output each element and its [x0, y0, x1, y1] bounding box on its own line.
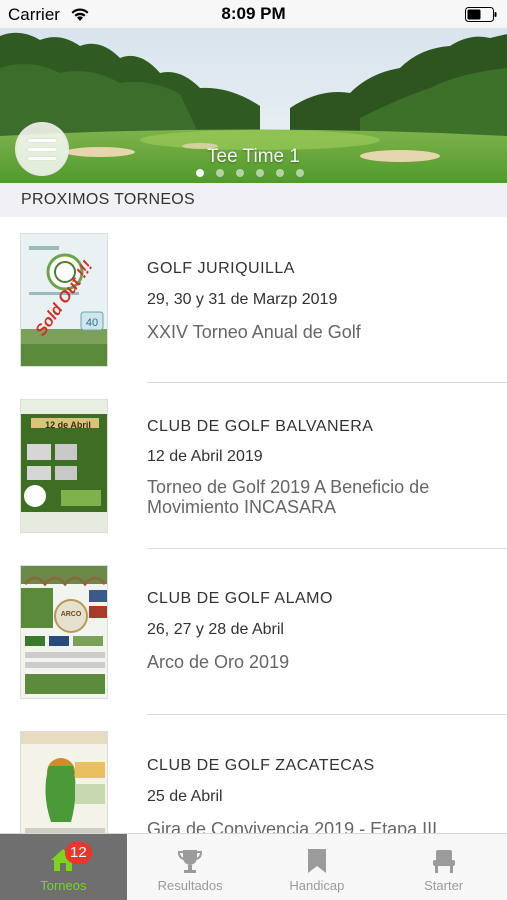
page-dot[interactable]	[236, 169, 244, 177]
list-item[interactable]: 40 Sold Out !!! GOLF JURIQUILLA 29, 30 y…	[0, 217, 507, 383]
svg-text:40: 40	[86, 317, 98, 329]
battery-icon	[465, 7, 497, 22]
tournament-date: 29, 30 y 31 de Marzp 2019	[147, 291, 338, 308]
tournament-poster: 40 Sold Out !!!	[20, 233, 108, 367]
tournament-poster	[20, 731, 108, 833]
notification-badge: 12	[65, 842, 92, 864]
tournament-club: CLUB DE GOLF ZACATECAS	[147, 757, 375, 774]
hero-banner[interactable]: Tee Time 1	[0, 28, 507, 183]
poster-title-text: ARCO	[60, 611, 82, 618]
page-dot[interactable]	[216, 169, 224, 177]
tournament-poster: 12 de Abril	[20, 399, 108, 533]
list-item[interactable]: ARCO CLUB DE GOLF ALAMO 26, 27 y 28 de A…	[0, 549, 507, 715]
trophy-icon	[178, 850, 203, 873]
page-dot[interactable]	[256, 169, 264, 177]
page-dot[interactable]	[296, 169, 304, 177]
tab-label: Torneos	[40, 878, 87, 893]
tab-resultados[interactable]: Resultados	[127, 834, 254, 900]
tournament-name: Torneo de Golf 2019 A Beneficio de Movim…	[147, 477, 430, 517]
page-indicator[interactable]	[196, 169, 304, 177]
tab-label: Handicap	[289, 878, 345, 893]
menu-icon	[28, 138, 56, 142]
tournament-name: XXIV Torneo Anual de Golf	[147, 322, 361, 342]
list-item[interactable]: 12 de Abril CLUB DE GOLF BALVANERA 12 de…	[0, 383, 507, 549]
tournament-club: CLUB DE GOLF BALVANERA	[147, 418, 374, 435]
bookmark-icon	[307, 849, 326, 873]
tournament-date: 25 de Abril	[147, 788, 223, 805]
section-title: PROXIMOS TORNEOS	[21, 191, 196, 208]
page-dot[interactable]	[196, 169, 204, 177]
chair-icon	[432, 850, 455, 873]
tab-starter[interactable]: Starter	[380, 834, 507, 900]
hero-caption: Tee Time 1	[207, 146, 300, 167]
tournament-club: GOLF JURIQUILLA	[147, 260, 295, 277]
tournament-date: 12 de Abril 2019	[147, 448, 263, 465]
status-time: 8:09 PM	[221, 4, 286, 23]
tab-torneos[interactable]: 12 Torneos	[0, 834, 127, 900]
tournament-list[interactable]: 40 Sold Out !!! GOLF JURIQUILLA 29, 30 y…	[0, 217, 507, 833]
poster-date-text: 12 de Abril	[45, 420, 91, 430]
section-header: PROXIMOS TORNEOS	[0, 183, 507, 217]
tab-bar: 12 Torneos Resultados Handicap Starter	[0, 833, 507, 900]
list-item[interactable]: CLUB DE GOLF ZACATECAS 25 de Abril Gira …	[0, 715, 507, 833]
tab-label: Starter	[424, 878, 464, 893]
tournament-club: CLUB DE GOLF ALAMO	[147, 590, 333, 607]
page-dot[interactable]	[276, 169, 284, 177]
tab-handicap[interactable]: Handicap	[254, 834, 381, 900]
tournament-poster: ARCO	[20, 565, 108, 699]
tournament-name: Arco de Oro 2019	[147, 652, 290, 672]
tournament-date: 26, 27 y 28 de Abril	[147, 621, 284, 638]
status-bar: Carrier 8:09 PM	[0, 0, 507, 28]
tab-label: Resultados	[157, 878, 223, 893]
tournament-name: Gira de Convivencia 2019 - Etapa III	[147, 819, 438, 833]
